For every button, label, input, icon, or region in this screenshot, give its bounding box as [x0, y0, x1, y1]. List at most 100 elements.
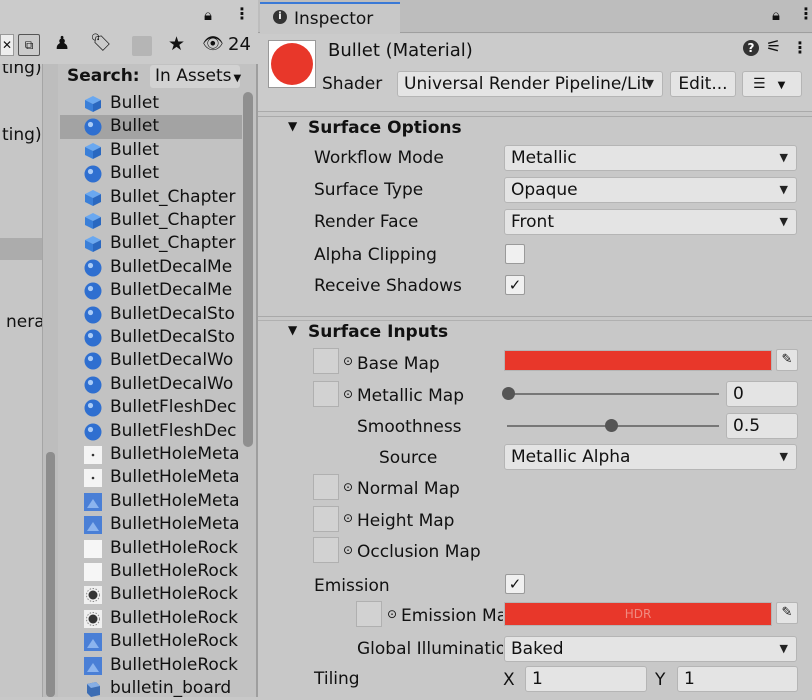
asset-list-item[interactable]: Bullet [60, 162, 242, 185]
asset-list-item[interactable]: BulletDecalSto [60, 303, 242, 326]
filter-by-type-icon[interactable]: ♟ [54, 33, 70, 54]
kebab-menu-icon[interactable]: ⋮ [798, 4, 812, 23]
asset-list-item[interactable]: BulletDecalWo [60, 349, 242, 372]
asset-list-item[interactable]: Bullet [60, 92, 242, 115]
alpha-clipping-checkbox[interactable] [505, 244, 525, 264]
tree-scrollbar-thumb[interactable] [46, 452, 55, 697]
asset-name: BulletDecalSto [110, 327, 235, 347]
material-sphere-icon [84, 352, 102, 370]
base-map-color-field[interactable] [504, 350, 772, 371]
asset-list-item[interactable]: Bullet_Chapter [60, 209, 242, 232]
asset-name: BulletHoleRock [110, 607, 239, 628]
metallic-value-field[interactable]: 0 [726, 381, 798, 407]
asset-list-item[interactable]: BulletDecalSto [60, 326, 242, 349]
asset-list-item[interactable]: BulletFleshDec [60, 420, 242, 443]
asset-list-item[interactable]: Bullet_Chapter [60, 232, 242, 255]
tree-label[interactable]: nera [6, 312, 42, 332]
base-map-slot[interactable] [313, 348, 339, 374]
kebab-menu-icon[interactable]: ⋮ [792, 38, 808, 57]
object-picker-icon[interactable]: ⊙ [343, 387, 353, 401]
asset-list-item[interactable]: BulletDecalMe [60, 256, 242, 279]
tiling-x-field[interactable]: 1 [525, 666, 647, 692]
asset-name: BulletDecalSto [110, 303, 235, 324]
kebab-menu-icon[interactable]: ⋮ [234, 4, 250, 23]
asset-list-item[interactable]: BulletHoleRock [60, 537, 242, 560]
asset-name: BulletDecalMe [110, 256, 233, 277]
surface-inputs-foldout[interactable]: ▼ Surface Inputs [258, 320, 812, 346]
chevron-down-icon: ▼ [779, 183, 788, 196]
surface-options-foldout[interactable]: ▼ Surface Options [258, 116, 812, 142]
asset-list-item[interactable]: Bullet [60, 139, 242, 162]
render-face-value: Front [511, 212, 554, 232]
normal-map-slot[interactable] [313, 474, 339, 500]
favorite-star-icon[interactable]: ★ [168, 33, 185, 55]
emission-color-field[interactable]: HDR [504, 602, 772, 626]
object-picker-icon[interactable]: ⊙ [343, 543, 353, 557]
asset-list-item[interactable]: BulletHoleRock [60, 654, 242, 677]
presets-icon[interactable]: ⚟ [766, 37, 781, 57]
tree-label[interactable]: ting) [2, 64, 42, 78]
asset-list-item[interactable]: BulletHoleMeta [60, 513, 242, 536]
asset-name: BulletHoleRock [110, 561, 239, 581]
object-picker-icon[interactable]: ⊙ [343, 354, 353, 368]
eyedropper-button[interactable]: ✎ [776, 602, 798, 624]
height-map-slot[interactable] [313, 506, 339, 532]
foldout-arrow-icon: ▼ [288, 323, 298, 337]
tiling-y-field[interactable]: 1 [677, 666, 798, 692]
asset-scrollbar[interactable] [240, 92, 256, 697]
edit-shader-button[interactable]: Edit... [670, 71, 736, 97]
shader-menu-button[interactable]: ☰ ▼ [742, 71, 802, 97]
object-picker-icon[interactable]: ⊙ [387, 607, 397, 621]
tree-label[interactable]: ting) [2, 125, 42, 145]
asset-list-item[interactable]: BulletHoleMeta [60, 466, 242, 489]
receive-shadows-checkbox[interactable]: ✓ [505, 275, 525, 295]
render-face-dropdown[interactable]: Front ▼ [504, 209, 797, 235]
search-scope-dropdown[interactable]: In Assets ▼ [150, 65, 241, 88]
lock-icon[interactable]: 🔒︎ [772, 6, 780, 24]
prefab-cube-icon [84, 189, 102, 207]
asset-list-item[interactable]: BulletHoleRock [60, 607, 242, 630]
metallic-slider-handle[interactable] [502, 387, 515, 400]
asset-list-item[interactable]: Bullet_Chapter [60, 186, 242, 209]
asset-list-item[interactable]: BulletDecalMe [60, 279, 242, 302]
asset-list-item[interactable]: Bullet [60, 115, 242, 139]
workflow-mode-dropdown[interactable]: Metallic ▼ [504, 145, 797, 171]
eyedropper-icon: ✎ [781, 605, 793, 620]
asset-list-item[interactable]: BulletHoleRock [60, 560, 242, 583]
shader-dropdown[interactable]: Universal Render Pipeline/Lit ▼ [397, 71, 663, 97]
asset-list-item[interactable]: BulletFleshDec [60, 396, 242, 419]
workflow-mode-label: Workflow Mode [314, 148, 444, 168]
emission-map-slot[interactable] [356, 601, 382, 627]
occlusion-map-slot[interactable] [313, 537, 339, 563]
hidden-eye-icon[interactable]: 👁︎ [202, 34, 224, 54]
object-picker-icon[interactable]: ⊙ [343, 480, 353, 494]
surface-type-dropdown[interactable]: Opaque ▼ [504, 177, 797, 203]
lock-icon[interactable]: 🔒︎ [204, 6, 212, 24]
emission-checkbox[interactable]: ✓ [505, 574, 525, 594]
asset-list-item[interactable]: BulletHoleRock [60, 630, 242, 653]
smoothness-slider-handle[interactable] [605, 419, 618, 432]
asset-list-item[interactable]: BulletHoleMeta [60, 490, 242, 513]
hdr-badge: HDR [624, 607, 652, 621]
tree-scrollbar[interactable] [42, 64, 58, 697]
model-icon [84, 680, 102, 698]
eyedropper-button[interactable]: ✎ [776, 349, 798, 371]
help-icon[interactable]: ? [743, 40, 759, 56]
tab-inspector[interactable]: i Inspector [260, 2, 400, 33]
metallic-map-slot[interactable] [313, 381, 339, 407]
asset-list-item[interactable]: BulletDecalWo [60, 373, 242, 396]
tree-selected-row[interactable] [0, 238, 42, 260]
asset-scrollbar-thumb[interactable] [243, 92, 253, 447]
asset-list-item[interactable]: BulletHoleRock [60, 583, 242, 606]
search-by-type-icon[interactable]: ⧉ [18, 34, 40, 56]
global-illumination-dropdown[interactable]: Baked ▼ [504, 636, 797, 662]
label-tag-icon[interactable]: 🏷︎ [90, 33, 112, 53]
object-picker-icon[interactable]: ⊙ [343, 511, 353, 525]
section-divider [258, 316, 812, 317]
asset-list-item[interactable]: BulletHoleMeta [60, 443, 242, 466]
metallic-slider-track[interactable] [507, 393, 719, 395]
smoothness-value-field[interactable]: 0.5 [726, 413, 798, 439]
texture-white-icon [84, 539, 102, 558]
search-field-clear[interactable]: ✕ [0, 34, 14, 56]
source-dropdown[interactable]: Metallic Alpha ▼ [504, 444, 797, 470]
